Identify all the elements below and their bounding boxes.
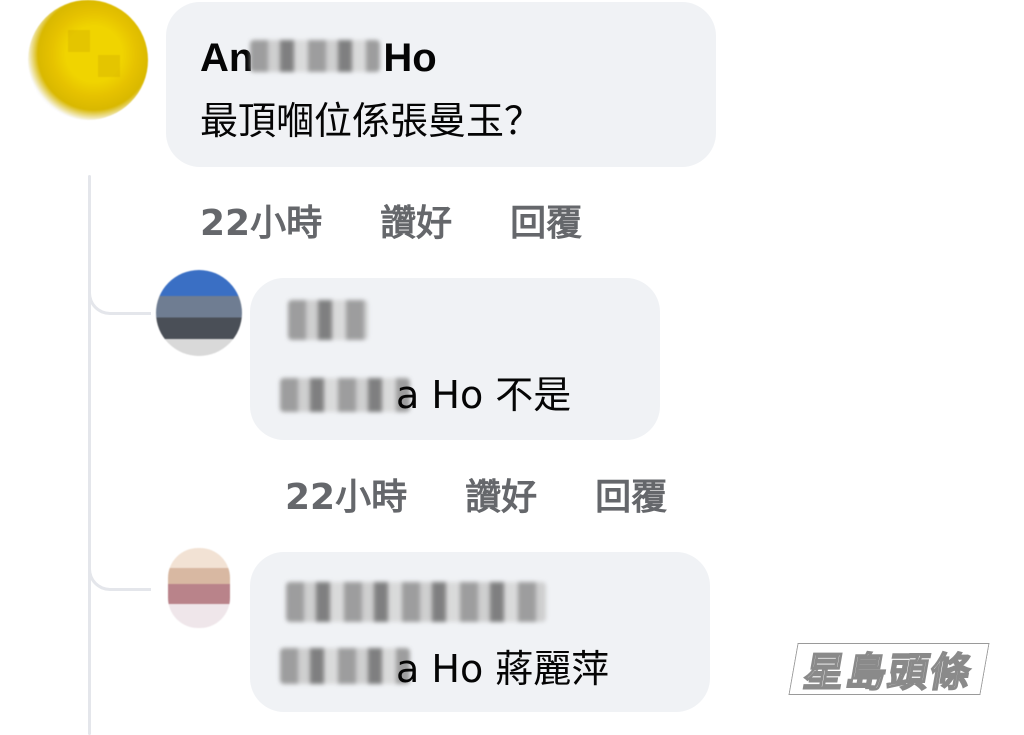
timestamp[interactable]: 22小時 — [200, 194, 322, 246]
redacted-name — [286, 582, 546, 622]
reply-actions: 22小時 讚好 回覆 — [285, 468, 667, 520]
reply-text: a Ho 蔣麗萍 — [396, 647, 610, 691]
reply-bubble: a Ho 不是 — [250, 278, 660, 440]
watermark-logo: 星島頭條 — [784, 640, 994, 698]
timestamp[interactable]: 22小時 — [285, 468, 407, 520]
reply-text: a Ho 不是 — [396, 373, 572, 417]
thread-line — [88, 175, 91, 735]
reply-bubble: a Ho 蔣麗萍 — [250, 552, 710, 712]
comment-bubble: An Ho 最頂嗰位係張曼玉？ — [166, 2, 716, 167]
avatar[interactable] — [28, 0, 148, 120]
avatar[interactable] — [168, 548, 230, 628]
redacted-name — [288, 300, 368, 340]
thread-connector-reply-1 — [88, 272, 151, 315]
comment-actions: 22小時 讚好 回覆 — [200, 194, 582, 246]
like-button[interactable]: 讚好 — [380, 194, 452, 246]
thread-connector-reply-2 — [88, 548, 151, 591]
comment-text: 最頂嗰位係張曼玉？ — [200, 99, 543, 143]
reply-button[interactable]: 回覆 — [510, 194, 582, 246]
avatar[interactable] — [156, 270, 242, 356]
redacted-name — [250, 40, 380, 72]
redacted-mention — [280, 648, 410, 684]
reply-button[interactable]: 回覆 — [595, 468, 667, 520]
redacted-mention — [280, 378, 410, 412]
like-button[interactable]: 讚好 — [465, 468, 537, 520]
